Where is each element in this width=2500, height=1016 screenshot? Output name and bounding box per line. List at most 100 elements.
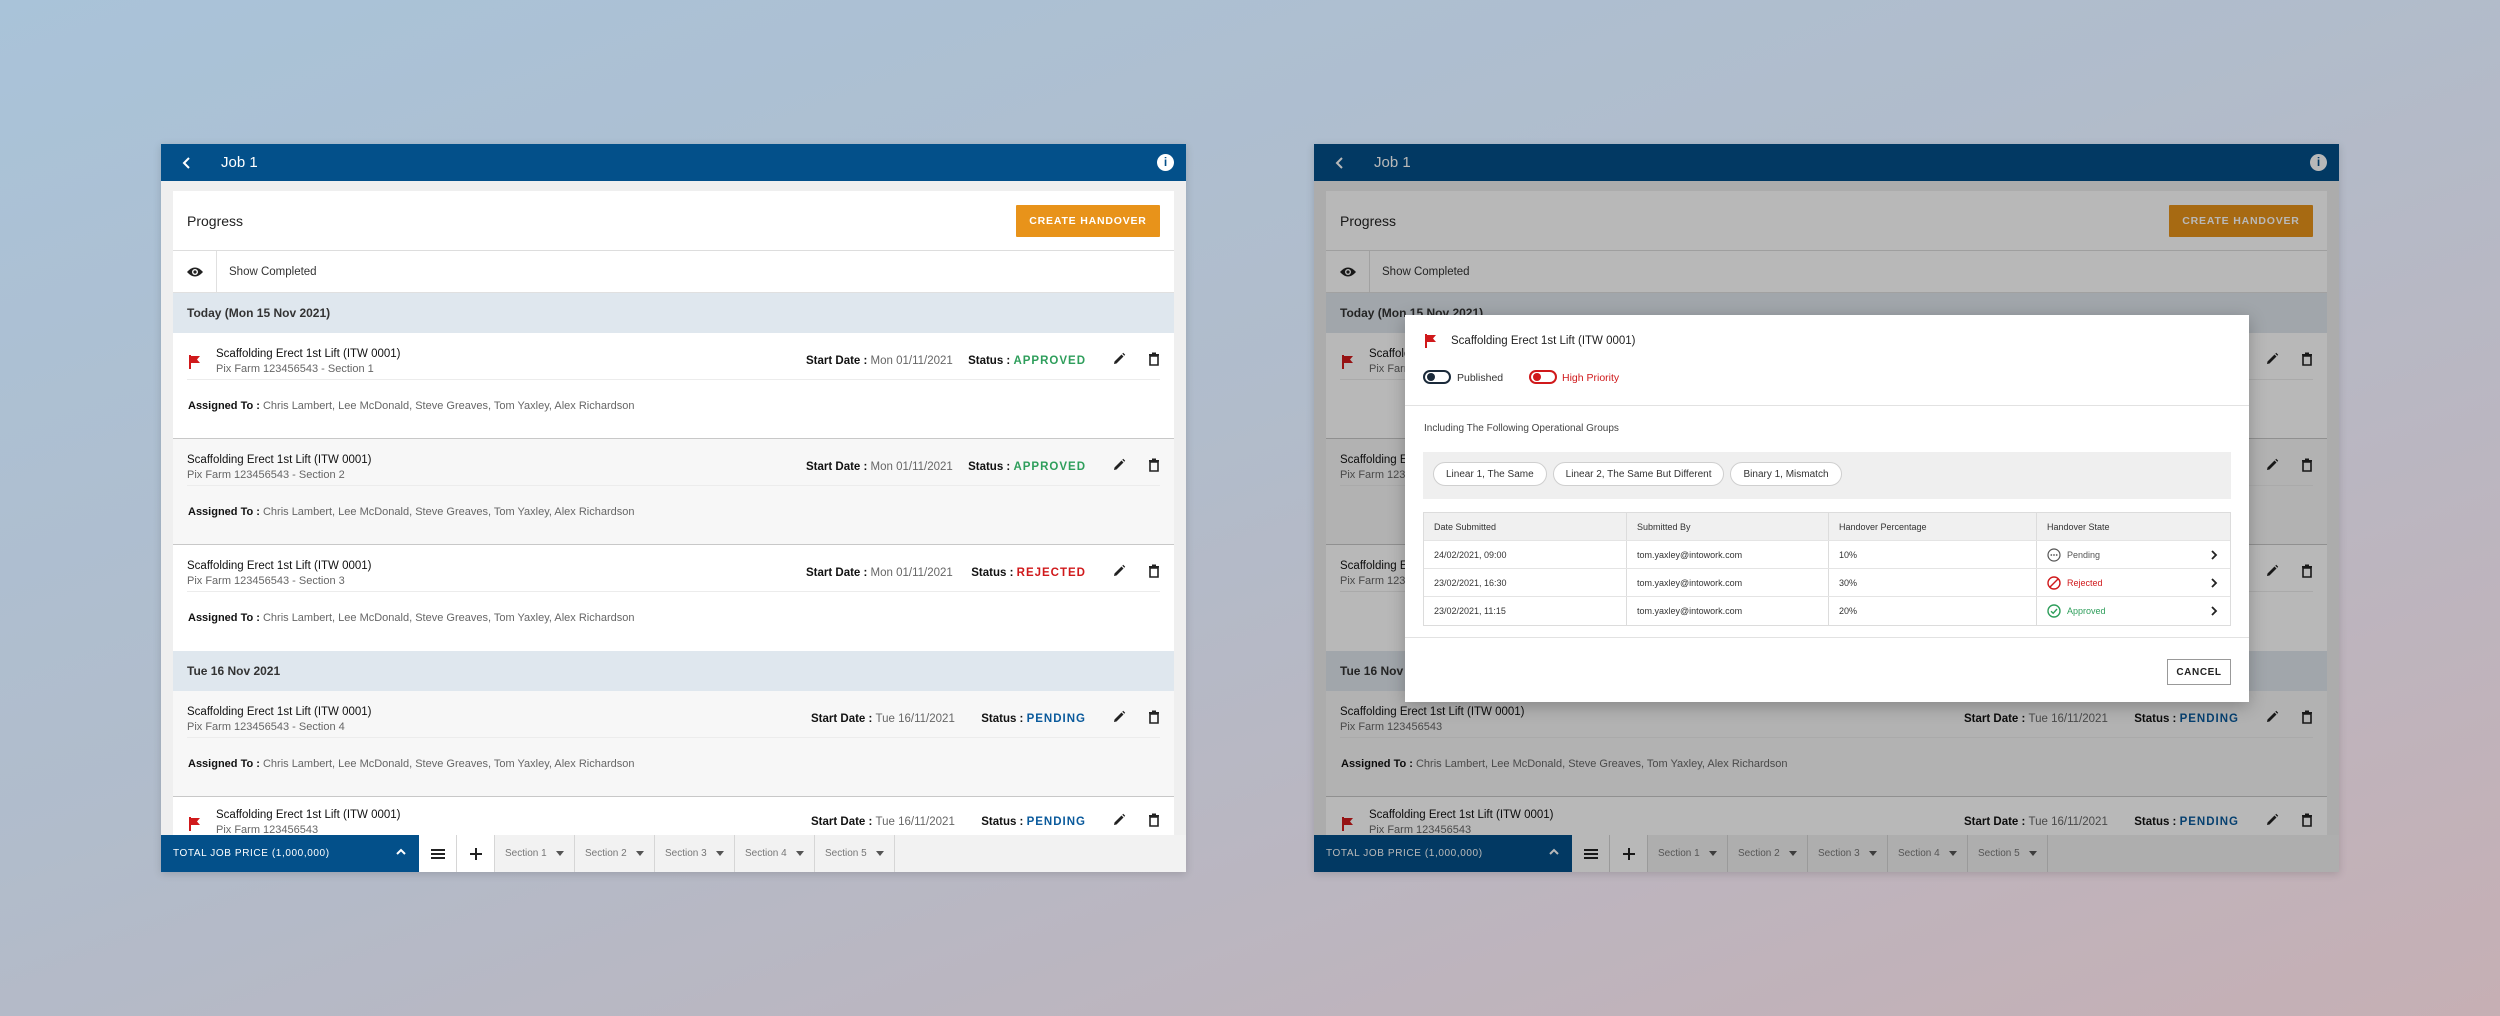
- start-value: Mon 01/11/2021: [870, 461, 953, 473]
- chevron-right-icon[interactable]: [2210, 550, 2218, 560]
- delete-icon[interactable]: [1148, 564, 1160, 578]
- task-assigned: Assigned To : Chris Lambert, Lee McDonal…: [188, 758, 635, 770]
- section-tab[interactable]: Section 2: [575, 835, 655, 872]
- edit-icon[interactable]: [1112, 458, 1126, 472]
- state-label: Rejected: [2067, 577, 2103, 588]
- toggle-knob: [1533, 373, 1541, 381]
- section-tab[interactable]: Section 1: [495, 835, 575, 872]
- chevron-right-icon[interactable]: [2210, 606, 2218, 616]
- rejected-icon: [2047, 575, 2061, 590]
- create-handover-button[interactable]: CREATE HANDOVER: [1016, 205, 1160, 237]
- chevron-up-icon[interactable]: [395, 847, 407, 857]
- task-assigned: Assigned To : Chris Lambert, Lee McDonal…: [188, 400, 635, 412]
- caret-down-icon: [716, 851, 724, 856]
- caret-down-icon: [636, 851, 644, 856]
- group-chip[interactable]: Linear 1, The Same: [1433, 462, 1547, 486]
- chevron-right-icon[interactable]: [2210, 578, 2218, 588]
- task-start-date: Start Date : Mon 01/11/2021: [806, 461, 953, 473]
- start-label: Start Date :: [806, 461, 871, 473]
- section-tab[interactable]: Section 4: [735, 835, 815, 872]
- date-group-header: Tue 16 Nov 2021: [173, 651, 1174, 691]
- delete-icon[interactable]: [1148, 813, 1160, 827]
- table-row[interactable]: 23/02/2021, 16:30 tom.yaxley@intowork.co…: [1424, 569, 2230, 597]
- edit-icon[interactable]: [1112, 813, 1126, 827]
- task-row[interactable]: Scaffolding Erect 1st Lift (ITW 0001) Pi…: [173, 691, 1174, 797]
- progress-card: Progress CREATE HANDOVER Show Completed …: [173, 191, 1174, 835]
- task-row[interactable]: Scaffolding Erect 1st Lift (ITW 0001) Pi…: [173, 333, 1174, 439]
- edit-icon[interactable]: [1112, 564, 1126, 578]
- task-location: Pix Farm 123456543 - Section 4: [187, 721, 345, 733]
- show-completed-row[interactable]: Show Completed: [173, 250, 1174, 293]
- progress-header: Progress CREATE HANDOVER: [173, 191, 1174, 251]
- assigned-value: Chris Lambert, Lee McDonald, Steve Greav…: [262, 758, 635, 770]
- page-title: Job 1: [221, 154, 258, 171]
- date-cell: 23/02/2021, 16:30: [1424, 569, 1627, 596]
- published-toggle[interactable]: [1423, 370, 1451, 384]
- task-name: Scaffolding Erect 1st Lift (ITW 0001): [216, 348, 401, 360]
- divider: [187, 485, 1160, 486]
- task-name: Scaffolding Erect 1st Lift (ITW 0001): [187, 454, 372, 466]
- menu-icon[interactable]: [419, 835, 457, 872]
- task-row[interactable]: Scaffolding Erect 1st Lift (ITW 0001) Pi…: [173, 545, 1174, 651]
- operational-groups: Linear 1, The Same Linear 2, The Same Bu…: [1423, 452, 2231, 499]
- app-header: Job 1 i: [161, 144, 1186, 181]
- start-value: Tue 16/11/2021: [875, 713, 955, 725]
- submitted-by-cell: tom.yaxley@intowork.com: [1627, 541, 1829, 568]
- start-label: Start Date :: [806, 567, 871, 579]
- divider: [1405, 637, 2249, 638]
- task-assigned: Assigned To : Chris Lambert, Lee McDonal…: [188, 506, 635, 518]
- progress-title: Progress: [187, 212, 244, 229]
- info-icon[interactable]: i: [1157, 154, 1174, 171]
- section-tab[interactable]: Section 3: [655, 835, 735, 872]
- caret-down-icon: [876, 851, 884, 856]
- total-job-price[interactable]: TOTAL JOB PRICE (1,000,000): [161, 835, 419, 872]
- task-status: Status : APPROVED: [968, 461, 1086, 473]
- table-row[interactable]: 23/02/2021, 11:15 tom.yaxley@intowork.co…: [1424, 597, 2230, 625]
- state-cell: Rejected: [2037, 569, 2230, 596]
- status-label: Status :: [981, 713, 1027, 725]
- status-badge: REJECTED: [1016, 567, 1086, 579]
- flag-icon: [189, 817, 200, 831]
- state-cell: Pending: [2037, 541, 2230, 568]
- task-assigned: Assigned To : Chris Lambert, Lee McDonal…: [188, 612, 635, 624]
- high-priority-toggle[interactable]: [1529, 370, 1557, 384]
- group-chip[interactable]: Linear 2, The Same But Different: [1552, 462, 1725, 486]
- date-cell: 23/02/2021, 11:15: [1424, 597, 1627, 625]
- modal-title: Scaffolding Erect 1st Lift (ITW 0001): [1451, 335, 1636, 347]
- pending-icon: [2047, 547, 2061, 562]
- assigned-value: Chris Lambert, Lee McDonald, Steve Greav…: [262, 506, 635, 518]
- edit-icon[interactable]: [1112, 352, 1126, 366]
- delete-icon[interactable]: [1148, 458, 1160, 472]
- table-header-row: Date Submitted Submitted By Handover Per…: [1424, 513, 2230, 541]
- task-start-date: Start Date : Tue 16/11/2021: [811, 713, 955, 725]
- task-row[interactable]: Scaffolding Erect 1st Lift (ITW 0001) Pi…: [173, 439, 1174, 545]
- eye-icon[interactable]: [173, 250, 217, 293]
- task-row[interactable]: Scaffolding Erect 1st Lift (ITW 0001) Pi…: [173, 797, 1174, 835]
- edit-icon[interactable]: [1112, 710, 1126, 724]
- delete-icon[interactable]: [1148, 352, 1160, 366]
- divider: [187, 737, 1160, 738]
- add-icon[interactable]: [457, 835, 495, 872]
- cancel-button[interactable]: CANCEL: [2167, 659, 2231, 685]
- toggle-knob: [1427, 373, 1435, 381]
- assigned-label: Assigned To :: [188, 612, 263, 624]
- divider: [187, 591, 1160, 592]
- delete-icon[interactable]: [1148, 710, 1160, 724]
- start-label: Start Date :: [811, 816, 876, 828]
- assigned-label: Assigned To :: [188, 758, 263, 770]
- back-icon[interactable]: [169, 144, 205, 181]
- show-completed-label: Show Completed: [229, 265, 317, 278]
- state-cell: Approved: [2037, 597, 2230, 625]
- submitted-by-cell: tom.yaxley@intowork.com: [1627, 569, 1829, 596]
- divider: [187, 379, 1160, 380]
- status-label: Status :: [968, 461, 1014, 473]
- group-chip[interactable]: Binary 1, Mismatch: [1730, 462, 1842, 486]
- section-tab[interactable]: Section 5: [815, 835, 895, 872]
- submitted-by-cell: tom.yaxley@intowork.com: [1627, 597, 1829, 625]
- status-label: Status :: [968, 355, 1014, 367]
- start-value: Tue 16/11/2021: [875, 816, 955, 828]
- table-row[interactable]: 24/02/2021, 09:00 tom.yaxley@intowork.co…: [1424, 541, 2230, 569]
- assigned-label: Assigned To :: [188, 506, 263, 518]
- status-badge: APPROVED: [1013, 355, 1086, 367]
- task-location: Pix Farm 123456543 - Section 1: [216, 363, 374, 375]
